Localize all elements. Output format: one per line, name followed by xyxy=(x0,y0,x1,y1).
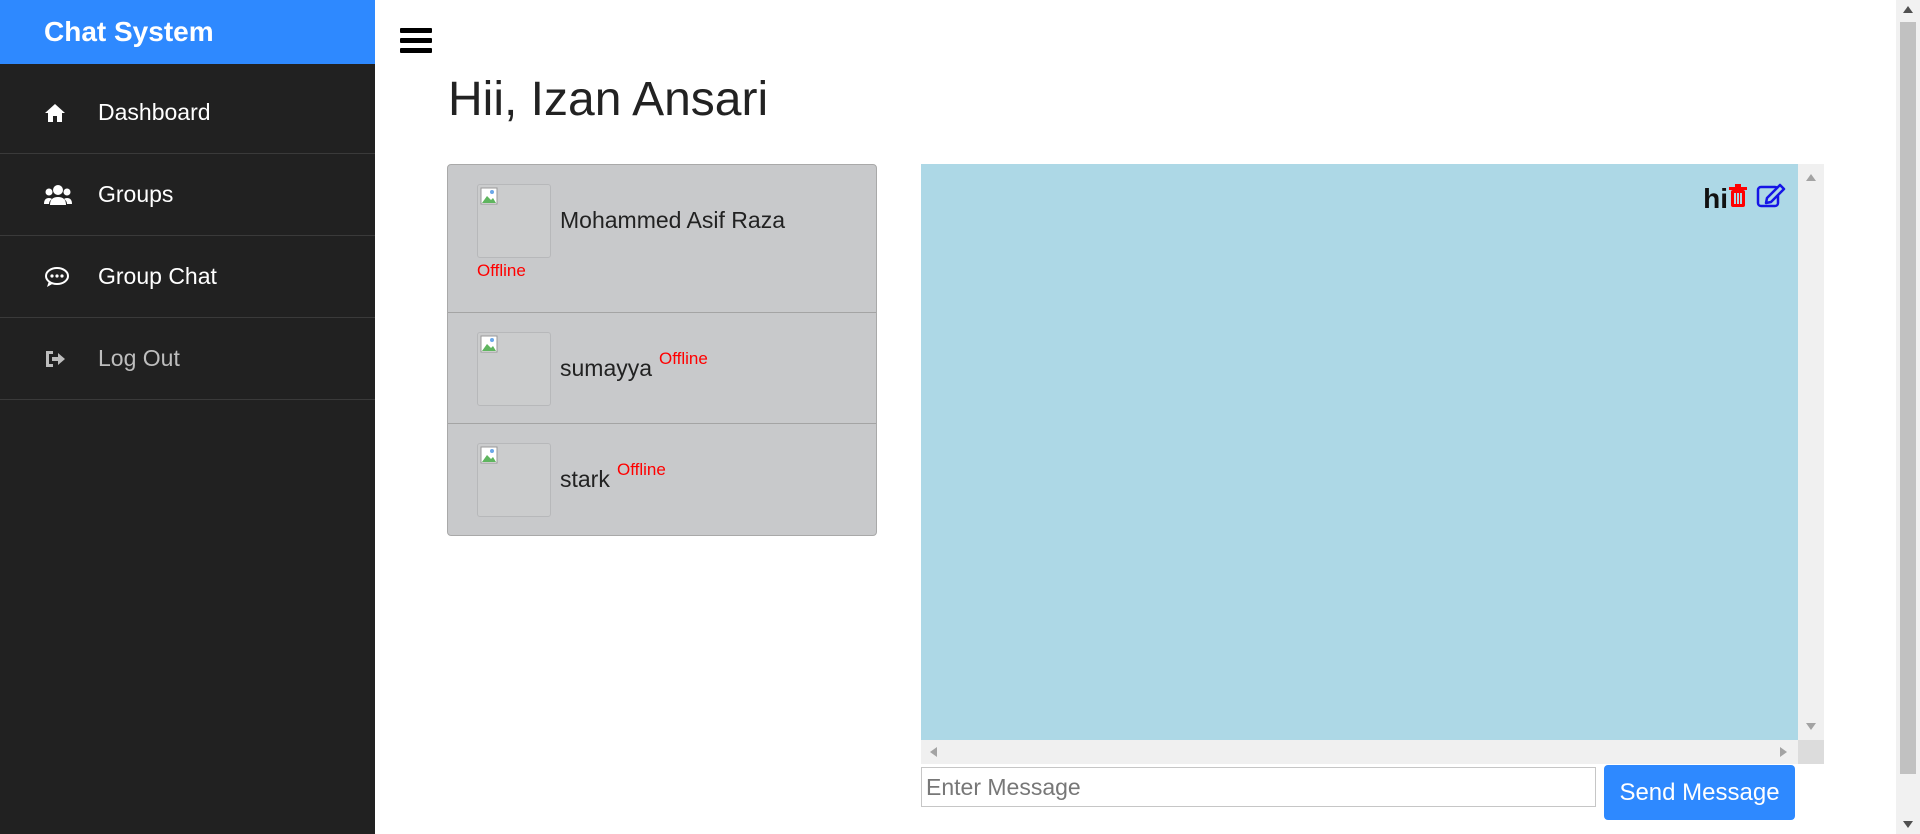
scrollbar-corner xyxy=(1798,740,1824,764)
sidebar-item-label: Dashboard xyxy=(98,99,211,125)
scroll-up-icon[interactable] xyxy=(1806,174,1816,181)
edit-icon[interactable] xyxy=(1756,182,1786,215)
chat-messages[interactable]: hi xyxy=(921,164,1798,740)
user-list: Mohammed Asif Raza Offline sumayya Offli… xyxy=(447,164,877,536)
trash-icon[interactable] xyxy=(1728,183,1748,215)
scroll-up-icon[interactable] xyxy=(1903,6,1913,13)
broken-image-icon xyxy=(480,335,498,353)
sidebar-item-groups[interactable]: Groups xyxy=(0,154,375,236)
chat-bubble-icon xyxy=(44,266,98,288)
message-input[interactable] xyxy=(921,767,1596,807)
broken-image-icon xyxy=(480,446,498,464)
home-icon xyxy=(44,103,98,123)
status-badge: Offline xyxy=(617,460,666,479)
chat-vertical-scrollbar[interactable] xyxy=(1798,164,1824,740)
user-name: Mohammed Asif Raza xyxy=(560,207,785,233)
scrollbar-thumb[interactable] xyxy=(1900,22,1916,774)
status-badge: Offline xyxy=(659,349,708,368)
page-scrollbar[interactable] xyxy=(1896,0,1920,834)
sidebar-item-label: Group Chat xyxy=(98,263,217,289)
status-badge: Offline xyxy=(477,261,526,280)
sidebar-item-dashboard[interactable]: Dashboard xyxy=(0,72,375,154)
scroll-left-icon[interactable] xyxy=(930,747,937,757)
sidebar-item-label: Log Out xyxy=(98,345,180,371)
scroll-right-icon[interactable] xyxy=(1780,747,1787,757)
chat-panel: hi xyxy=(921,164,1824,764)
user-list-item[interactable]: stark Offline xyxy=(448,424,876,535)
user-list-item[interactable]: Mohammed Asif Raza Offline xyxy=(448,165,876,313)
user-list-item[interactable]: sumayya Offline xyxy=(448,313,876,424)
brand-title[interactable]: Chat System xyxy=(0,0,375,64)
message-text: hi xyxy=(1703,182,1728,214)
user-name: stark xyxy=(560,466,610,492)
page-title: Hii, Izan Ansari xyxy=(448,73,769,126)
broken-image-icon xyxy=(480,187,498,205)
avatar xyxy=(477,332,551,406)
sign-out-icon xyxy=(44,349,98,369)
sidebar-item-group-chat[interactable]: Group Chat xyxy=(0,236,375,318)
avatar xyxy=(477,184,551,258)
menu-toggle-icon[interactable] xyxy=(400,28,432,56)
scroll-down-icon[interactable] xyxy=(1903,821,1913,828)
avatar xyxy=(477,443,551,517)
chat-horizontal-scrollbar[interactable] xyxy=(921,740,1798,764)
chat-message: hi xyxy=(1703,182,1786,215)
users-icon xyxy=(44,184,98,206)
user-name: sumayya xyxy=(560,355,653,381)
scroll-down-icon[interactable] xyxy=(1806,723,1816,730)
sidebar-nav: Dashboard Groups Group Chat Log Out xyxy=(0,72,375,400)
sidebar: Chat System Dashboard Groups Group Chat … xyxy=(0,0,375,834)
send-message-button[interactable]: Send Message xyxy=(1604,765,1795,820)
sidebar-item-log-out[interactable]: Log Out xyxy=(0,318,375,400)
sidebar-item-label: Groups xyxy=(98,181,174,207)
